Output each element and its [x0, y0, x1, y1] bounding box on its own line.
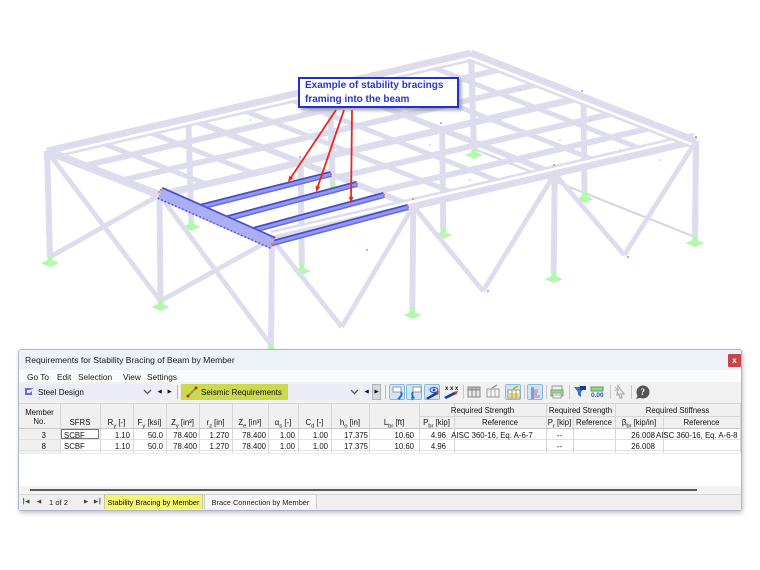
svg-text:0.00: 0.00 [591, 392, 604, 399]
svg-text:x x x: x x x [445, 386, 459, 392]
svg-text:?: ? [641, 387, 646, 397]
